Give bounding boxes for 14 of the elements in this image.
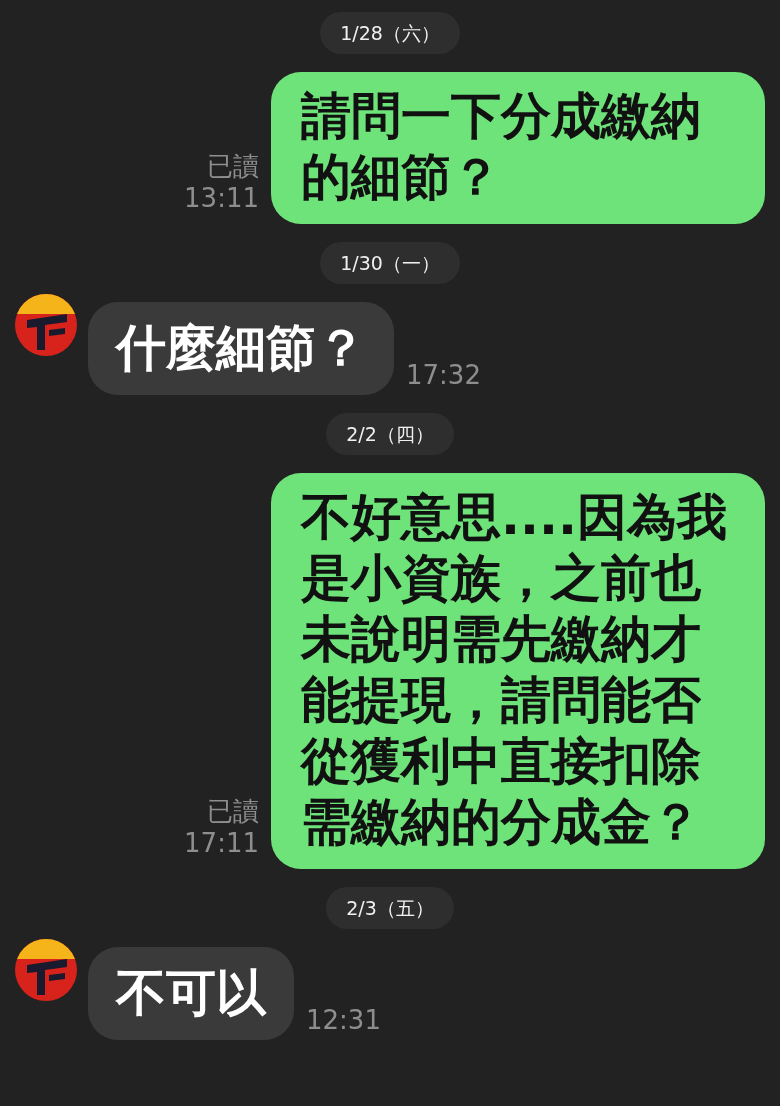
message-time: 17:11	[184, 827, 259, 859]
message-time: 12:31	[306, 1004, 381, 1036]
date-label: 1/30（一）	[320, 242, 460, 284]
message-bubble: 不好意思....因為我是小資族，之前也未說明需先繳納才能提現，請問能否從獲利中直接扣除需繳納的分成金？	[271, 473, 765, 869]
message-bubble: 請問一下分成繳納的細節？	[271, 72, 765, 224]
message-time: 13:11	[184, 182, 259, 214]
date-label: 2/3（五）	[326, 887, 454, 929]
read-receipt: 已讀	[207, 795, 259, 827]
message-bubble: 不可以	[88, 947, 294, 1040]
message-bubble: 什麼細節？	[88, 302, 394, 395]
date-label: 2/2（四）	[326, 413, 454, 455]
message-time: 17:32	[406, 359, 481, 391]
read-receipt: 已讀	[207, 150, 259, 182]
date-label: 1/28（六）	[320, 12, 460, 54]
